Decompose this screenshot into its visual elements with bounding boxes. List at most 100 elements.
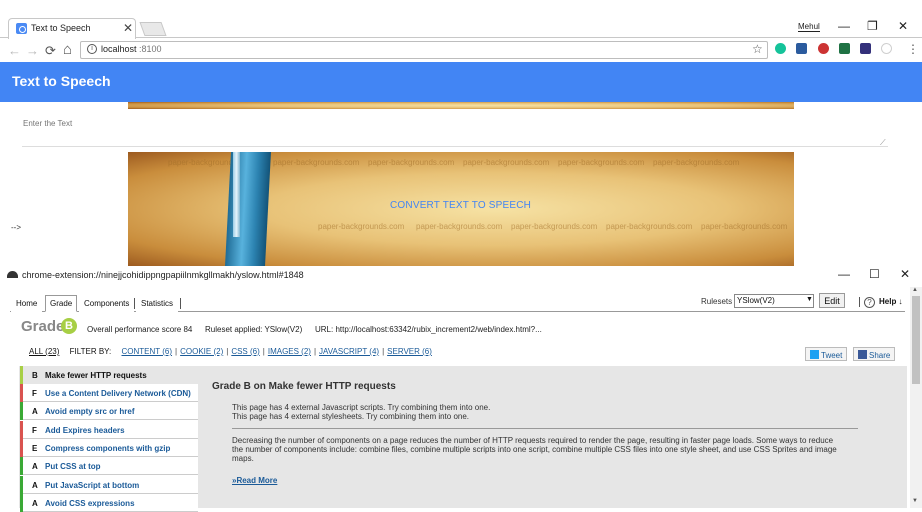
rule-item[interactable]: B Make fewer HTTP requests: [20, 366, 198, 384]
profile-name[interactable]: Mehul: [798, 22, 820, 32]
filter-label: FILTER BY:: [69, 347, 112, 356]
app-title: Text to Speech: [12, 73, 111, 89]
rule-grade: A: [32, 481, 38, 490]
rulesets-label: Rulesets: [701, 297, 733, 306]
tab-favicon-icon: [16, 23, 27, 34]
tab-grade[interactable]: Grade: [45, 295, 78, 312]
watermark-text: paper-backgrounds.com: [653, 158, 740, 167]
bookmark-star-icon[interactable]: ☆: [752, 42, 763, 56]
text-input[interactable]: [22, 111, 888, 147]
rule-name: Put JavaScript at bottom: [45, 481, 140, 490]
scroll-up-icon[interactable]: ▲: [912, 287, 918, 293]
scroll-down-icon[interactable]: ▼: [912, 498, 918, 504]
grade-badge: B: [61, 318, 77, 334]
filter-javascript[interactable]: JAVASCRIPT (4): [319, 347, 379, 356]
window-restore-button[interactable]: ❐: [867, 19, 878, 33]
tab-close-icon[interactable]: ✕: [123, 21, 133, 35]
filter-server[interactable]: SERVER (6): [387, 347, 432, 356]
home-icon[interactable]: ⌂: [63, 41, 72, 58]
back-arrow-icon[interactable]: ←: [8, 43, 21, 58]
dropdown-arrow-icon[interactable]: ▼: [806, 296, 813, 303]
rule-grade: F: [32, 426, 37, 435]
tab-strip: [0, 0, 922, 38]
rulesets-select[interactable]: YSlow(V2): [734, 294, 814, 308]
watermark-text: paper-backgrounds.com: [511, 222, 598, 231]
rule-item[interactable]: F Add Expires headers: [20, 421, 198, 439]
url-host: localhost: [101, 44, 137, 54]
watermark-text: paper-backgrounds.com: [273, 158, 360, 167]
help-menu[interactable]: Help ↓: [879, 297, 903, 306]
detail-title: Grade B on Make fewer HTTP requests: [212, 381, 396, 392]
convert-text-to-speech-button[interactable]: CONVERT TEXT TO SPEECH: [390, 200, 531, 211]
info-icon[interactable]: i: [87, 44, 97, 54]
extension-icon-5[interactable]: [860, 43, 871, 54]
share-button[interactable]: Share: [853, 347, 896, 361]
filter-cookie[interactable]: COOKIE (2): [180, 347, 223, 356]
rule-name: Compress components with gzip: [45, 444, 171, 453]
extension-icon-6[interactable]: [881, 43, 892, 54]
edit-ruleset-button[interactable]: Edit: [819, 293, 845, 308]
grammarly-icon[interactable]: [775, 43, 786, 54]
popup-close-button[interactable]: ✕: [900, 267, 910, 281]
rule-name: Put CSS at top: [45, 462, 101, 471]
pen-illustration: [225, 152, 271, 266]
watermark-text: paper-backgrounds.com: [606, 222, 693, 231]
rule-grade: E: [32, 444, 38, 453]
rule-item[interactable]: A Avoid CSS expressions: [20, 494, 198, 512]
window-close-button[interactable]: ✕: [898, 19, 908, 33]
grade-heading: Grade: [21, 318, 65, 335]
rule-item[interactable]: E Compress components with gzip: [20, 439, 198, 457]
rule-item[interactable]: A Avoid empty src or href: [20, 402, 198, 420]
rule-item[interactable]: F Use a Content Delivery Network (CDN): [20, 384, 198, 402]
rule-item[interactable]: A Put JavaScript at bottom: [20, 476, 198, 494]
rule-name: Use a Content Delivery Network (CDN): [45, 389, 191, 398]
yslow-logo-icon: [7, 271, 18, 278]
rule-name: Avoid empty src or href: [45, 407, 135, 416]
watermark-text: paper-backgrounds.com: [416, 222, 503, 231]
analyzed-url: URL: http://localhost:63342/rubix_increm…: [315, 325, 542, 334]
watermark-text: paper-backgrounds.com: [368, 158, 455, 167]
watermark-text: paper-backgrounds.com: [318, 222, 405, 231]
rule-grade: B: [32, 371, 38, 380]
scrollbar-thumb[interactable]: [912, 296, 920, 384]
browser-menu-icon[interactable]: ⋮: [907, 42, 919, 56]
rule-name: Avoid CSS expressions: [45, 499, 135, 508]
watermark-text: paper-backgrounds.com: [463, 158, 550, 167]
tab-statistics[interactable]: Statistics: [136, 295, 179, 312]
filter-images[interactable]: IMAGES (2): [268, 347, 311, 356]
help-icon[interactable]: ?: [864, 297, 875, 308]
forward-arrow-icon[interactable]: →: [26, 43, 39, 58]
app-header: [0, 62, 922, 102]
watermark-text: paper-backgrounds.com: [558, 158, 645, 167]
facebook-icon: [858, 350, 867, 359]
address-bar[interactable]: [80, 41, 768, 59]
tab-separator: [134, 298, 135, 309]
resize-grip-icon[interactable]: ⟋: [880, 138, 886, 148]
detail-line-scripts: This page has 4 external Javascript scri…: [232, 403, 491, 412]
tab-components[interactable]: Components: [79, 295, 135, 312]
tab-separator: [180, 298, 181, 309]
help-separator: [859, 297, 860, 307]
rule-name: Add Expires headers: [45, 426, 125, 435]
new-tab-button[interactable]: [139, 22, 167, 36]
filter-content[interactable]: CONTENT (6): [122, 347, 173, 356]
excel-icon[interactable]: [839, 43, 850, 54]
rule-grade: F: [32, 389, 37, 398]
tweet-button[interactable]: Tweet: [805, 347, 848, 361]
read-more-link[interactable]: »Read More: [232, 476, 277, 485]
reload-icon[interactable]: ⟳: [45, 43, 56, 59]
share-label: Share: [869, 351, 891, 360]
tab-home[interactable]: Home: [11, 295, 43, 312]
window-minimize-button[interactable]: —: [838, 19, 850, 33]
filter-css[interactable]: CSS (6): [231, 347, 259, 356]
rule-item[interactable]: A Put CSS at top: [20, 457, 198, 475]
detail-divider: [232, 428, 858, 429]
rule-grade: A: [32, 499, 38, 508]
extension-icon-3[interactable]: [818, 43, 829, 54]
popup-maximize-button[interactable]: ☐: [869, 267, 880, 281]
filter-all[interactable]: ALL (23): [29, 347, 59, 356]
popup-minimize-button[interactable]: —: [838, 267, 850, 281]
rule-name: Make fewer HTTP requests: [45, 371, 147, 380]
zotero-icon[interactable]: [796, 43, 807, 54]
watermark-text: paper-backgrounds.com: [701, 222, 788, 231]
